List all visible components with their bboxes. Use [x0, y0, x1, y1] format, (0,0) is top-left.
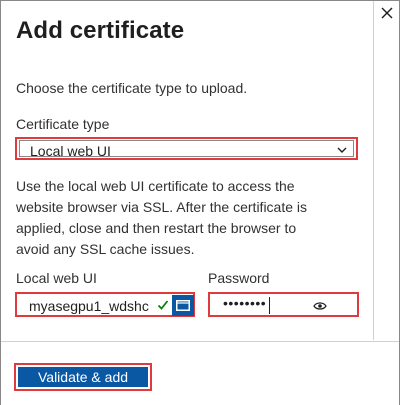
eye-icon[interactable]	[313, 301, 327, 311]
password-masked-text: ••••••••	[223, 295, 267, 311]
validate-add-button-label: Validate & add	[18, 367, 148, 387]
password-label: Password	[208, 270, 270, 286]
certificate-type-dropdown[interactable]: Local web UI	[15, 137, 358, 160]
add-certificate-panel: Add certificate Choose the certificate t…	[0, 0, 400, 405]
panel-title: Add certificate	[16, 17, 185, 44]
folder-icon	[176, 300, 190, 311]
panel-footer: Validate & add	[1, 341, 399, 405]
password-field[interactable]: ••••••••	[208, 292, 359, 317]
intro-text: Choose the certificate type to upload.	[16, 80, 248, 96]
file-upload-field[interactable]: myasegpu1_wdshc	[15, 292, 195, 317]
credentials-row: myasegpu1_wdshc ••••••••	[15, 292, 359, 317]
close-button[interactable]	[378, 4, 396, 22]
certificate-type-selected: Local web UI	[30, 143, 111, 159]
panel-content: Add certificate Choose the certificate t…	[1, 1, 374, 340]
checkmark-icon	[157, 300, 169, 310]
text-cursor	[269, 297, 270, 314]
validate-add-button[interactable]: Validate & add	[14, 363, 152, 391]
local-web-ui-label: Local web UI	[16, 270, 97, 286]
chevron-down-icon	[337, 147, 347, 153]
close-icon	[381, 7, 393, 19]
certificate-description: Use the local web UI certificate to acce…	[16, 178, 308, 257]
browse-file-button[interactable]	[172, 295, 194, 316]
certificate-type-label: Certificate type	[16, 116, 110, 132]
file-name-text: myasegpu1_wdshc	[29, 298, 149, 314]
